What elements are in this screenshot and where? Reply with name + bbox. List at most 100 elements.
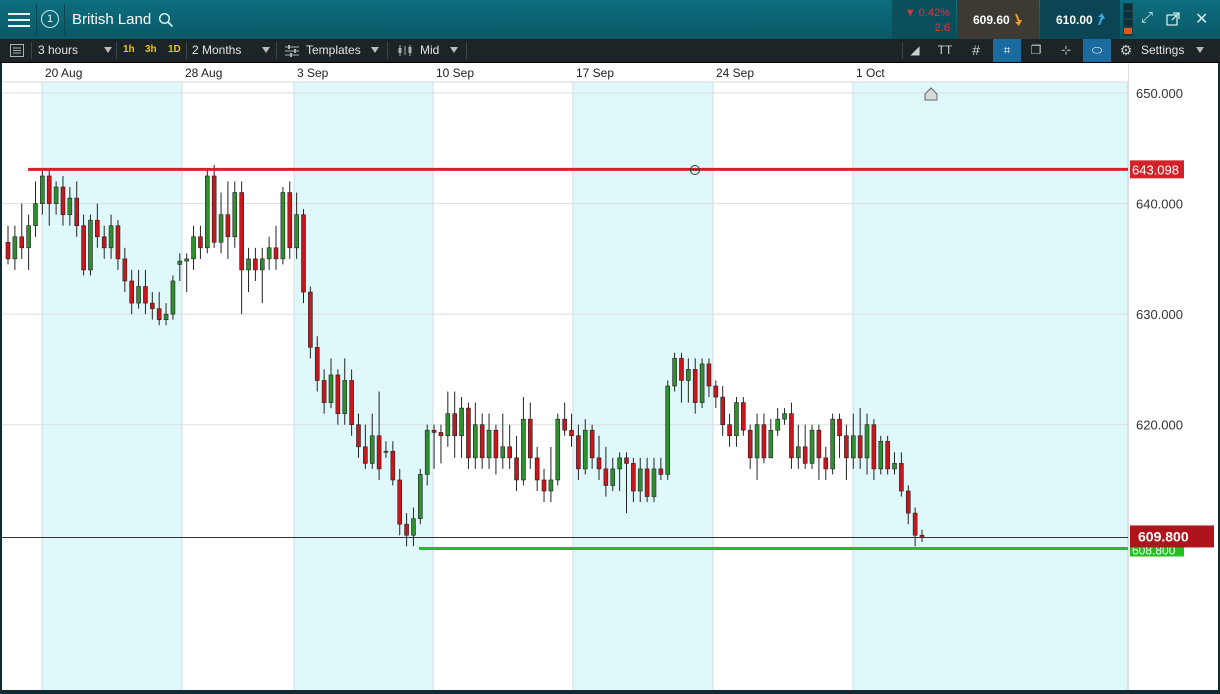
- candle-body: [95, 219, 100, 238]
- candle: [878, 435, 884, 475]
- candle: [253, 247, 258, 281]
- quick-interval-1h[interactable]: 1h: [123, 39, 135, 62]
- divider: [116, 42, 117, 59]
- text-tool-icon[interactable]: TT: [937, 43, 953, 58]
- candle-body: [225, 214, 231, 238]
- grid-icon[interactable]: #: [968, 43, 984, 58]
- week-band: [42, 82, 182, 690]
- candle-body: [122, 258, 128, 282]
- candle: [837, 413, 842, 458]
- candle: [12, 225, 18, 270]
- y-tick-label: 640.000: [1136, 197, 1183, 212]
- candle: [225, 181, 231, 259]
- candle-body: [452, 413, 457, 437]
- candle: [466, 402, 471, 469]
- templates-menu[interactable]: Templates: [306, 39, 361, 62]
- close-icon[interactable]: ✕: [1195, 9, 1208, 29]
- top-bar: 1 British Land ▼ 0.42% 2.6 609.60 610.00…: [0, 0, 1220, 39]
- y-tick-label: 650.000: [1136, 86, 1183, 101]
- candle: [191, 225, 196, 270]
- candle-body: [53, 186, 59, 204]
- candle: [266, 236, 272, 270]
- sell-price-button[interactable]: 609.60: [957, 0, 1039, 39]
- candle-body: [885, 440, 890, 470]
- candle: [541, 468, 547, 503]
- candle: [782, 408, 787, 425]
- quick-interval-3h[interactable]: 3h: [145, 39, 157, 62]
- candle-body: [631, 463, 636, 492]
- up-arrow-icon: [1098, 13, 1105, 25]
- candle-body: [741, 402, 746, 431]
- candle: [445, 391, 451, 447]
- cursor-icon[interactable]: ⊹: [1058, 43, 1074, 58]
- candle: [741, 397, 746, 436]
- candle-body: [665, 385, 671, 475]
- candle: [761, 413, 767, 464]
- candle-body: [150, 302, 155, 309]
- hamburger-menu-icon[interactable]: [8, 9, 30, 29]
- candle-body: [864, 424, 870, 459]
- x-tick-label: 1 Oct: [856, 66, 885, 80]
- layers-icon[interactable]: ❐: [1028, 43, 1044, 58]
- price-chart[interactable]: 20 Aug 28 Aug 3 Sep 10 Sep 17 Sep 24 Sep 1 Oct…: [2, 63, 1218, 690]
- workspace-number-badge[interactable]: 1: [41, 10, 59, 28]
- candle-body: [644, 468, 650, 497]
- x-tick-label: 3 Sep: [297, 66, 329, 80]
- expand-icon[interactable]: ⤢: [1141, 9, 1153, 26]
- settings-menu[interactable]: Settings: [1141, 39, 1184, 62]
- candle-body: [321, 380, 327, 403]
- crosshair-tool-icon[interactable]: ⌗: [993, 39, 1021, 62]
- candle-body: [253, 258, 258, 271]
- buy-price: 610.00: [1056, 13, 1093, 27]
- candle-body: [191, 236, 196, 260]
- candle: [473, 402, 478, 469]
- date-axis[interactable]: [2, 63, 1128, 82]
- range-select[interactable]: 2 Months: [192, 39, 241, 62]
- instrument-title[interactable]: British Land: [72, 11, 151, 28]
- interval-select[interactable]: 3 hours: [38, 39, 78, 62]
- candle: [796, 424, 801, 469]
- price-type-select[interactable]: Mid: [420, 39, 439, 62]
- chevron-down-icon[interactable]: [1196, 47, 1204, 53]
- templates-icon[interactable]: [285, 45, 299, 57]
- candle-body: [809, 429, 815, 464]
- draw-line-icon[interactable]: ◢: [907, 43, 923, 58]
- price-axis[interactable]: [1128, 63, 1218, 690]
- candle-body: [541, 479, 547, 492]
- tag-icon[interactable]: ⬭: [1083, 39, 1111, 62]
- quick-interval-1d[interactable]: 1D: [168, 39, 181, 62]
- candle-body: [411, 518, 416, 536]
- candlestick-chart[interactable]: 20 Aug 28 Aug 3 Sep 10 Sep 17 Sep 24 Sep 1 Oct…: [2, 63, 1218, 690]
- candle-body: [878, 440, 884, 470]
- candle-body: [163, 313, 169, 320]
- candle-body: [108, 225, 114, 249]
- candle-body: [259, 258, 265, 271]
- chevron-down-icon[interactable]: [371, 47, 379, 53]
- list-icon[interactable]: [10, 44, 24, 57]
- divider: [36, 4, 37, 35]
- candle-body: [562, 418, 567, 431]
- candle-body: [672, 358, 677, 387]
- candle-body: [143, 286, 148, 304]
- search-icon[interactable]: [158, 12, 174, 28]
- candle: [500, 413, 506, 469]
- candle-body: [239, 192, 244, 271]
- candle-body: [912, 512, 918, 536]
- candle: [665, 380, 671, 480]
- candle-body: [314, 347, 320, 381]
- price-type-icon[interactable]: [397, 44, 413, 57]
- candle: [720, 386, 726, 436]
- candle-body: [521, 418, 526, 481]
- popout-icon[interactable]: [1166, 12, 1180, 26]
- candle-body: [397, 479, 403, 525]
- candle: [562, 402, 567, 436]
- chevron-down-icon[interactable]: [450, 47, 458, 53]
- chevron-down-icon[interactable]: [104, 47, 112, 53]
- buy-price-button[interactable]: 610.00: [1040, 0, 1120, 39]
- candle-body: [555, 418, 561, 481]
- candle: [507, 424, 512, 469]
- gear-icon[interactable]: ⚙: [1118, 43, 1134, 58]
- candle-body: [294, 214, 299, 249]
- x-tick-label: 20 Aug: [45, 66, 82, 80]
- chevron-down-icon[interactable]: [262, 47, 270, 53]
